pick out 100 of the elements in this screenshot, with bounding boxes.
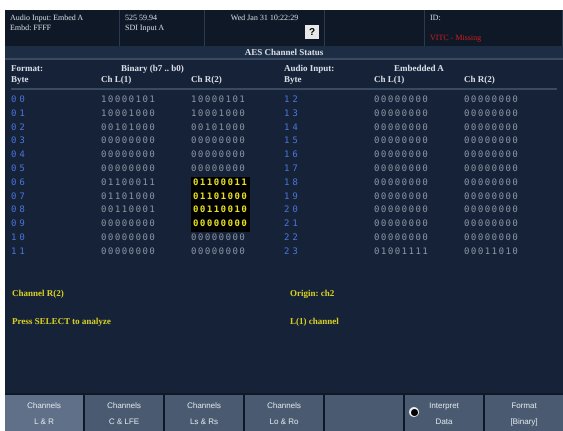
byte-number: 16 — [284, 149, 302, 162]
table-cell-text: 00000000 — [464, 149, 520, 162]
table-cell-text: 00101000 — [101, 122, 158, 135]
byte-number: 07 — [11, 190, 29, 204]
table-cell-text: 00000000 — [101, 149, 158, 162]
table-cell-text: 00000000 — [101, 246, 158, 259]
table-cell-text: 00000000 — [191, 162, 248, 176]
table-cell-text: 00000000 — [374, 94, 430, 107]
softkey-button[interactable]: Format [Binary] — [485, 395, 563, 431]
table-cell-text: 00000000 — [101, 162, 158, 176]
byte-number: 11 — [11, 246, 29, 259]
table-cell: 00110010 — [191, 204, 250, 218]
table-cell-text: 00000000 — [464, 232, 520, 245]
table-cell-text: 00000000 — [464, 190, 520, 204]
byte-number: 06 — [11, 176, 29, 190]
table-cell-text: 00000000 — [464, 176, 520, 190]
status-message: Channel R(2) — [12, 288, 65, 298]
table-cell-text: 00000000 — [191, 135, 248, 148]
table-cell-text: 00000000 — [464, 162, 520, 176]
byte-number: 04 — [11, 149, 29, 162]
table-cell-text: 00000000 — [374, 204, 430, 218]
byte-number: 08 — [11, 204, 29, 218]
byte-number: 19 — [284, 190, 302, 204]
byte-number: 02 — [11, 122, 29, 135]
byte-number: 20 — [284, 204, 302, 218]
id-label: ID: — [430, 13, 442, 22]
softkey-button[interactable]: Channels C & LFE — [85, 395, 163, 431]
column-header: Byte — [284, 74, 302, 85]
table-cell-text: 00000000 — [374, 122, 430, 135]
table-cell-text: 00000000 — [374, 162, 430, 176]
byte-number: 10 — [11, 232, 29, 245]
softkey-button[interactable]: Channels Lo & Ro — [245, 395, 323, 431]
byte-number: 14 — [284, 122, 302, 135]
table-cell-text: 00000000 — [191, 149, 248, 162]
table-cell-text: 00000000 — [374, 176, 430, 190]
byte-number: 15 — [284, 135, 302, 148]
table-cell-text: 00000000 — [464, 135, 520, 148]
softkey-button[interactable]: Channels L & R — [5, 395, 83, 431]
softkey-button[interactable]: Interpret Data — [405, 395, 483, 431]
table-cell-text: 00000000 — [101, 218, 158, 232]
byte-number: 12 — [284, 94, 302, 107]
table-cell-text: 00000000 — [464, 94, 520, 107]
byte-number: 09 — [11, 218, 29, 232]
table-cell-text: 00000000 — [374, 108, 430, 121]
table-cell-text: 00000000 — [191, 232, 248, 245]
byte-number: 01 — [11, 108, 29, 121]
table-cell-text: 00000000 — [374, 218, 430, 232]
help-button[interactable]: ? — [305, 25, 319, 39]
byte-number: 00 — [11, 94, 29, 107]
byte-number: 05 — [11, 162, 29, 176]
byte-number: 18 — [284, 176, 302, 190]
softkey-button[interactable] — [325, 395, 403, 431]
table-cell-text: 00101000 — [191, 122, 248, 135]
status-message: Origin: ch2 — [290, 288, 336, 298]
table-cell-text: 01100011 — [101, 176, 158, 190]
date-time: Wed Jan 31 10:22:29 — [230, 13, 298, 22]
status-message: Press SELECT to analyze — [12, 316, 112, 326]
input-status: Audio Input: Embed A — [10, 13, 84, 22]
table-cell-text: 01001111 — [374, 246, 430, 259]
table-cell-text: 00000000 — [374, 149, 430, 162]
video-format: SDI Input A — [125, 23, 166, 32]
status-message: L(1) channel — [290, 316, 340, 326]
byte-number: 23 — [284, 246, 302, 259]
input-status: Embd: FFFF — [10, 23, 52, 32]
format-value: Binary (b7 .. b0) — [120, 63, 185, 74]
table-cell-text: 00000000 — [464, 204, 520, 218]
table-cell: 01101000 — [191, 190, 250, 204]
column-header: Ch R(2) — [191, 74, 223, 85]
table-cell-text: 10000101 — [191, 94, 248, 107]
table-cell-text: 10000101 — [101, 94, 158, 107]
table-cell: 00000000 — [191, 218, 250, 232]
video-format: 525 59.94 — [125, 13, 158, 22]
column-header: Ch L(1) — [101, 74, 132, 85]
table-cell-text: 00000000 — [464, 122, 520, 135]
table-cell-text: 00000000 — [374, 135, 430, 148]
table-cell-text: 01101000 — [101, 190, 158, 204]
warning-text: VITC - Missing — [430, 33, 482, 42]
column-header: Byte — [11, 74, 30, 85]
byte-number: 22 — [284, 232, 302, 245]
table-cell-text: 00110001 — [101, 204, 158, 218]
table-cell-text: 10001000 — [191, 108, 248, 121]
table-cell-text: 10001000 — [101, 108, 158, 121]
format-value: Embedded A — [393, 63, 445, 74]
byte-number: 13 — [284, 108, 302, 121]
byte-number: 17 — [284, 162, 302, 176]
byte-number: 03 — [11, 135, 29, 148]
table-cell-text: 00011010 — [464, 246, 520, 259]
format-label: Format: — [11, 63, 44, 74]
format-label: Audio Input: — [284, 63, 336, 74]
table-cell-text: 00000000 — [191, 246, 248, 259]
table-cell-text: 00000000 — [101, 232, 158, 245]
column-header: Ch L(1) — [374, 74, 406, 85]
byte-number: 21 — [284, 218, 302, 232]
table-cell: 01100011 — [191, 176, 250, 191]
softkey-button[interactable]: Channels Ls & Rs — [165, 395, 243, 431]
table-cell-text: 00000000 — [464, 108, 520, 121]
table-cell-text: 00000000 — [464, 218, 520, 232]
table-cell-text: 00000000 — [374, 190, 430, 204]
table-cell-text: 00000000 — [101, 135, 158, 148]
table-cell-text: 00000000 — [374, 232, 430, 245]
